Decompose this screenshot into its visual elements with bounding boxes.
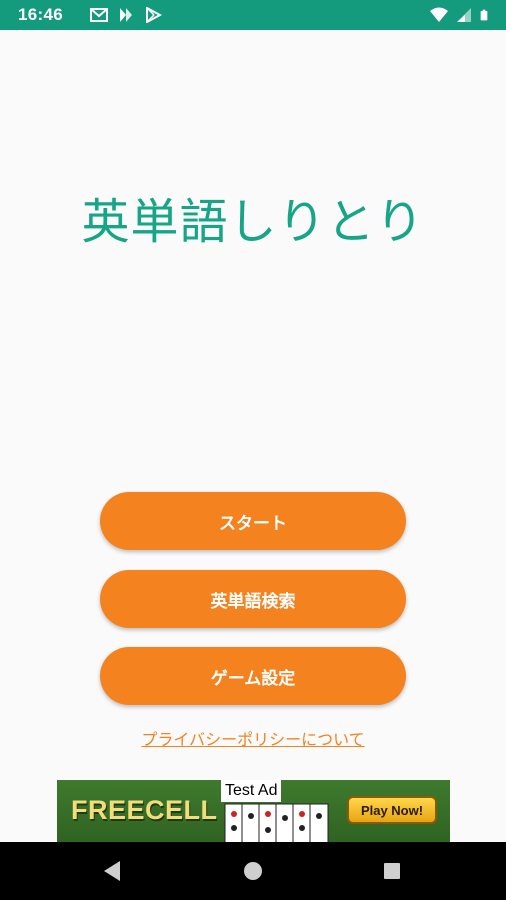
word-search-button[interactable]: 英単語検索	[100, 570, 406, 628]
privacy-policy-link[interactable]: プライバシーポリシーについて	[0, 726, 506, 750]
app-title: 英単語しりとり	[81, 194, 425, 250]
notification-icons	[90, 7, 162, 23]
play-store-icon	[146, 7, 162, 23]
status-bar: 16:46	[0, 0, 506, 30]
game-settings-button[interactable]: ゲーム設定	[100, 647, 406, 705]
system-icons	[430, 7, 492, 23]
home-icon[interactable]	[243, 861, 263, 881]
kindle-icon	[120, 8, 132, 22]
navigation-bar	[0, 842, 506, 900]
ad-brand-text: FREECELL	[71, 795, 218, 825]
wifi-icon	[430, 7, 448, 22]
cellular-signal-icon	[457, 8, 471, 22]
test-ad-label: Test Ad	[221, 780, 282, 802]
status-time: 16:46	[18, 5, 63, 24]
start-button[interactable]: スタート	[100, 492, 406, 550]
battery-icon	[480, 9, 488, 21]
ad-play-now-button[interactable]: Play Now!	[347, 796, 437, 824]
playing-cards-image	[224, 803, 329, 842]
ad-banner[interactable]: FREECELL Test Ad Play Now!	[57, 780, 450, 842]
gmail-icon	[90, 8, 108, 22]
recent-apps-icon[interactable]	[383, 862, 401, 880]
back-icon[interactable]	[102, 860, 122, 882]
